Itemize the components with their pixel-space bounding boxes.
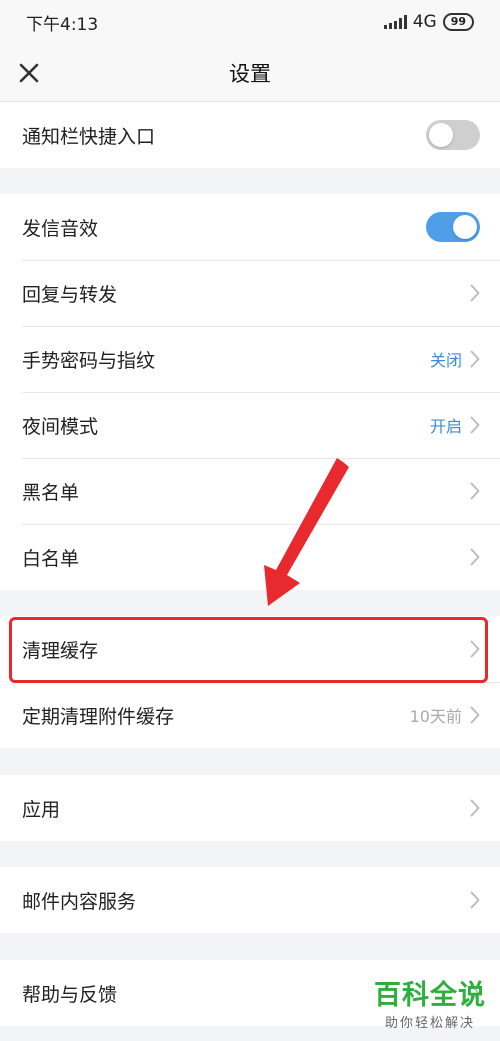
status-bar: 下午4:13 4G 99 bbox=[0, 0, 500, 44]
chevron-right-icon bbox=[470, 482, 480, 500]
row-value: 开启 bbox=[429, 417, 462, 436]
setting-row-reply-forward[interactable]: 回复与转发 bbox=[0, 260, 500, 326]
page-title: 设置 bbox=[229, 61, 271, 86]
row-value: 10天前 bbox=[409, 707, 462, 726]
watermark-logo: 百科全说 bbox=[374, 980, 486, 1011]
setting-row-blacklist[interactable]: 黑名单 bbox=[0, 458, 500, 524]
row-label: 夜间模式 bbox=[22, 415, 99, 438]
row-label: 定期清理附件缓存 bbox=[22, 705, 175, 728]
chevron-right-icon bbox=[470, 416, 480, 434]
setting-row-auto-clear-attachment-cache[interactable]: 定期清理附件缓存 10天前 bbox=[0, 682, 500, 748]
row-label: 邮件内容服务 bbox=[22, 890, 137, 913]
chevron-right-icon bbox=[470, 640, 480, 658]
battery-icon: 99 bbox=[442, 13, 474, 31]
row-label: 帮助与反馈 bbox=[22, 983, 118, 1006]
row-label: 应用 bbox=[22, 798, 61, 821]
toggle-knob bbox=[453, 215, 477, 239]
network-label: 4G bbox=[412, 12, 437, 32]
battery-level: 99 bbox=[450, 15, 466, 28]
row-label: 发信音效 bbox=[22, 217, 99, 240]
row-label: 回复与转发 bbox=[22, 283, 118, 306]
row-label: 清理缓存 bbox=[22, 639, 99, 662]
setting-row-whitelist[interactable]: 白名单 bbox=[0, 524, 500, 590]
setting-row-night-mode[interactable]: 夜间模式 开启 bbox=[0, 392, 500, 458]
row-label: 黑名单 bbox=[22, 481, 80, 504]
chevron-right-icon bbox=[470, 284, 480, 302]
chevron-right-icon bbox=[470, 891, 480, 909]
close-icon bbox=[19, 63, 39, 82]
chevron-right-icon bbox=[470, 706, 480, 724]
row-label: 白名单 bbox=[22, 547, 80, 570]
section-cache: 清理缓存 定期清理附件缓存 10天前 bbox=[0, 616, 500, 748]
signal-icon bbox=[383, 15, 407, 29]
section-notification: 通知栏快捷入口 bbox=[0, 102, 500, 168]
setting-row-apps[interactable]: 应用 bbox=[0, 775, 500, 841]
setting-row-gesture-password[interactable]: 手势密码与指纹 关闭 bbox=[0, 326, 500, 392]
setting-row-mail-content-service[interactable]: 邮件内容服务 bbox=[0, 867, 500, 933]
chevron-right-icon bbox=[470, 548, 480, 566]
send-sound-toggle[interactable] bbox=[426, 212, 480, 242]
chevron-right-icon bbox=[470, 350, 480, 368]
row-label: 通知栏快捷入口 bbox=[22, 125, 156, 148]
title-bar: 设置 bbox=[0, 44, 500, 102]
toggle-knob bbox=[429, 123, 453, 147]
status-indicators: 4G 99 bbox=[383, 12, 474, 32]
chevron-right-icon bbox=[470, 799, 480, 817]
section-general: 发信音效 回复与转发 手势密码与指纹 关闭 夜间模式 开启 黑名单 白名单 bbox=[0, 194, 500, 590]
status-time: 下午4:13 bbox=[26, 14, 99, 35]
notification-shortcut-toggle[interactable] bbox=[426, 120, 480, 150]
watermark: 百科全说 助你轻松解决 bbox=[374, 980, 486, 1031]
row-label: 手势密码与指纹 bbox=[22, 349, 156, 372]
setting-row-clear-cache[interactable]: 清理缓存 bbox=[0, 616, 500, 682]
setting-row-send-sound[interactable]: 发信音效 bbox=[0, 194, 500, 260]
setting-row-notification-shortcut[interactable]: 通知栏快捷入口 bbox=[0, 102, 500, 168]
section-apps: 应用 bbox=[0, 775, 500, 841]
watermark-subtitle: 助你轻松解决 bbox=[384, 1016, 475, 1031]
close-button[interactable] bbox=[14, 58, 44, 88]
row-value: 关闭 bbox=[429, 351, 462, 370]
section-mail-content: 邮件内容服务 bbox=[0, 867, 500, 933]
